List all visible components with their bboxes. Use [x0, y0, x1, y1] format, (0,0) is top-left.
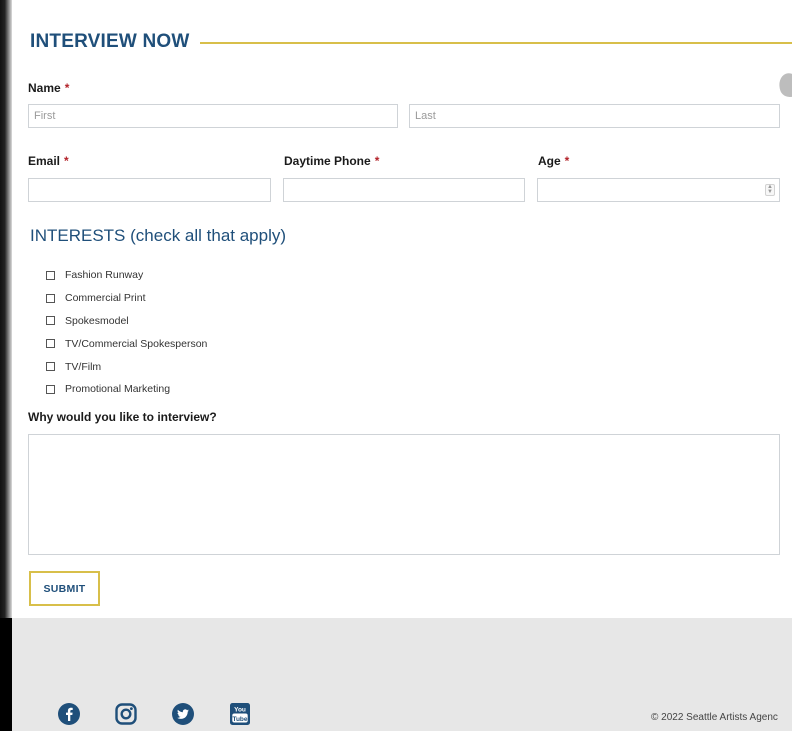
interests-checkbox-list: Fashion Runway Commercial Print Spokesmode… — [46, 264, 207, 401]
form-title: INTERVIEW NOW — [30, 31, 190, 52]
interest-option[interactable]: Promotional Marketing — [46, 378, 207, 401]
interest-option[interactable]: Fashion Runway — [46, 264, 207, 287]
site-footer: You Tube © 2022 Seattle Artists Agenc — [12, 618, 792, 731]
email-label: Email * — [28, 154, 69, 168]
facebook-icon[interactable] — [57, 702, 81, 726]
stepper-down-icon[interactable]: ▼ — [767, 189, 773, 195]
interest-checkbox[interactable] — [46, 339, 55, 349]
name-label-text: Name — [28, 81, 61, 95]
phone-label-text: Daytime Phone — [284, 154, 371, 168]
screen-left-edge — [0, 0, 12, 618]
interest-option[interactable]: Spokesmodel — [46, 310, 207, 333]
twitter-icon[interactable] — [171, 702, 195, 726]
email-field[interactable] — [28, 178, 271, 202]
last-name-input[interactable] — [409, 104, 780, 128]
age-required-mark: * — [564, 154, 570, 168]
page: INTERVIEW NOW Name* Email* Daytime Phone… — [0, 0, 792, 731]
name-required-mark: * — [64, 81, 70, 95]
svg-text:Tube: Tube — [232, 716, 247, 723]
submit-button[interactable]: SUBMIT — [29, 571, 100, 606]
interest-option-label: Fashion Runway — [65, 269, 144, 282]
interest-option-label: Commercial Print — [65, 292, 146, 305]
first-name-input[interactable] — [28, 104, 398, 128]
interest-checkbox[interactable] — [46, 316, 55, 326]
title-divider — [199, 42, 792, 44]
interest-checkbox[interactable] — [46, 362, 55, 372]
email-label-text: Email — [28, 154, 61, 168]
interest-option-label: Spokesmodel — [65, 314, 129, 327]
age-label-text: Age — [538, 154, 561, 168]
age-stepper[interactable]: ▲ ▼ — [765, 184, 775, 196]
why-interview-textarea[interactable] — [28, 434, 780, 555]
interest-option-label: TV/Commercial Spokesperson — [65, 337, 208, 350]
interest-checkbox[interactable] — [46, 384, 55, 394]
age-field[interactable]: ▲ ▼ — [537, 178, 780, 202]
interest-option[interactable]: TV/Film — [46, 355, 207, 378]
phone-field[interactable] — [283, 178, 525, 202]
social-links: You Tube — [57, 702, 285, 726]
interest-option-label: TV/Film — [65, 360, 102, 373]
svg-text:You: You — [234, 707, 246, 714]
instagram-icon[interactable] — [114, 702, 138, 726]
interest-option-label: Promotional Marketing — [65, 383, 171, 396]
interest-option[interactable]: Commercial Print — [46, 287, 207, 310]
interest-checkbox[interactable] — [46, 270, 55, 280]
youtube-icon[interactable]: You Tube — [228, 702, 252, 726]
why-interview-label: Why would you like to interview? — [28, 410, 217, 424]
age-label: Age * — [538, 154, 569, 168]
interview-form-panel: INTERVIEW NOW Name* Email* Daytime Phone… — [12, 0, 792, 618]
interest-checkbox[interactable] — [46, 293, 55, 303]
name-label: Name * — [28, 81, 69, 95]
copyright-text: © 2022 Seattle Artists Agenc — [651, 712, 778, 723]
interest-option[interactable]: TV/Commercial Spokesperson — [46, 332, 207, 355]
form-header: INTERVIEW NOW — [30, 30, 792, 54]
phone-required-mark: * — [374, 154, 380, 168]
interests-heading: INTERESTS (check all that apply) — [30, 226, 287, 245]
email-required-mark: * — [64, 154, 69, 168]
scroll-handle[interactable] — [775, 69, 792, 101]
phone-label: Daytime Phone * — [284, 154, 379, 168]
